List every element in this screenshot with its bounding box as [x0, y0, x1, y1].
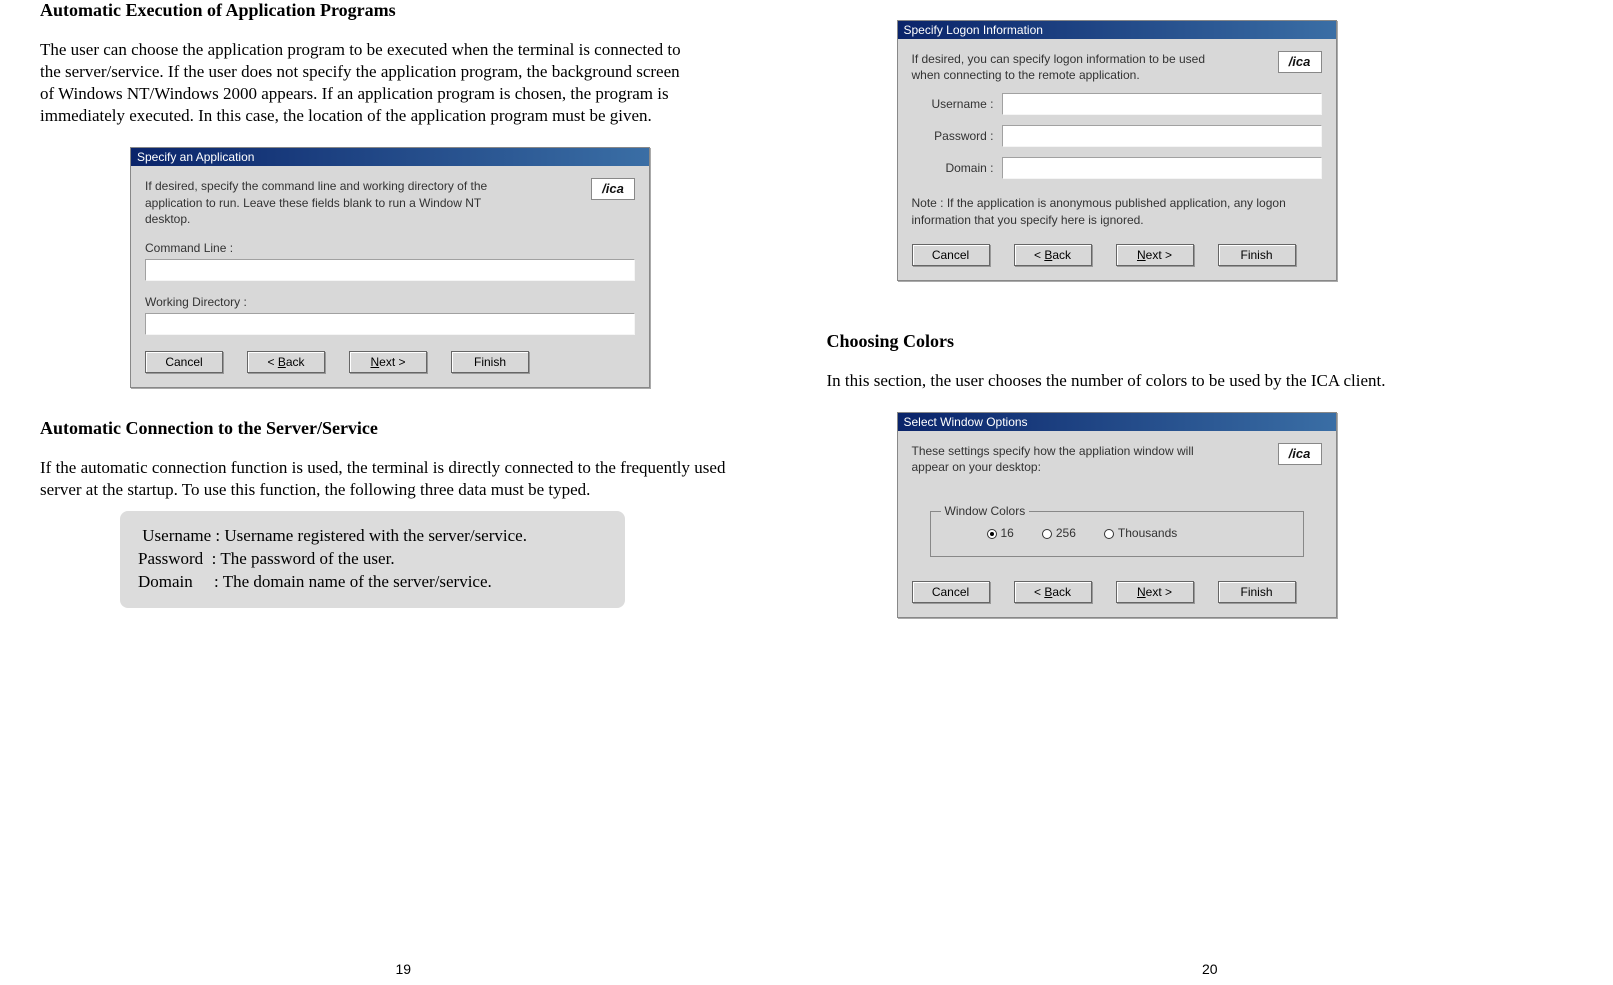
para-auto-conn: If the automatic connection function is … — [40, 457, 760, 501]
dialog-desc: If desired, specify the command line and… — [145, 178, 515, 227]
heading-auto-exec: Automatic Execution of Application Progr… — [40, 0, 767, 21]
info-domain: Domain : The domain name of the server/s… — [138, 571, 607, 594]
dialog-specify-application: Specify an Application If desired, speci… — [130, 147, 650, 388]
radio-thousands[interactable]: Thousands — [1104, 526, 1177, 540]
dialog-specify-logon: Specify Logon Information If desired, yo… — [897, 20, 1337, 281]
para-auto-exec: The user can choose the application prog… — [40, 39, 690, 127]
cancel-button[interactable]: Cancel — [912, 244, 990, 266]
note-anonymous: Note : If the application is anonymous p… — [912, 195, 1322, 227]
radio-icon — [1104, 529, 1114, 539]
info-password: Password : The password of the user. — [138, 548, 607, 571]
fieldset-window-colors: Window Colors 16 256 Thousands — [930, 511, 1304, 557]
next-button[interactable]: Next > — [1116, 244, 1194, 266]
info-box-credentials: Username : Username registered with the … — [120, 511, 625, 608]
heading-auto-conn: Automatic Connection to the Server/Servi… — [40, 418, 767, 439]
back-button[interactable]: < Back — [1014, 244, 1092, 266]
finish-button[interactable]: Finish — [1218, 581, 1296, 603]
radio-16[interactable]: 16 — [987, 526, 1014, 540]
page-number: 19 — [395, 961, 411, 977]
dialog-select-window-options: Select Window Options These settings spe… — [897, 412, 1337, 618]
title-bar: Specify an Application — [131, 148, 649, 166]
next-button[interactable]: Next > — [349, 351, 427, 373]
ica-logo-icon — [1278, 443, 1322, 465]
page-number: 20 — [1202, 961, 1218, 977]
input-domain[interactable] — [1002, 157, 1322, 179]
info-username: Username : Username registered with the … — [138, 525, 607, 548]
radio-icon — [987, 529, 997, 539]
next-button[interactable]: Next > — [1116, 581, 1194, 603]
back-button[interactable]: < Back — [1014, 581, 1092, 603]
ica-logo-icon — [1278, 51, 1322, 73]
heading-choosing-colors: Choosing Colors — [827, 331, 1574, 352]
cancel-button[interactable]: Cancel — [912, 581, 990, 603]
page-20: Specify Logon Information If desired, yo… — [807, 0, 1613, 985]
label-command-line: Command Line : — [145, 241, 635, 255]
legend-window-colors: Window Colors — [941, 504, 1030, 518]
label-domain: Domain : — [912, 161, 1002, 175]
title-bar: Specify Logon Information — [898, 21, 1336, 39]
input-working-directory[interactable] — [145, 313, 635, 335]
cancel-button[interactable]: Cancel — [145, 351, 223, 373]
page-19: Automatic Execution of Application Progr… — [0, 0, 807, 985]
finish-button[interactable]: Finish — [1218, 244, 1296, 266]
label-username: Username : — [912, 97, 1002, 111]
back-button[interactable]: < Back — [247, 351, 325, 373]
label-working-directory: Working Directory : — [145, 295, 635, 309]
finish-button[interactable]: Finish — [451, 351, 529, 373]
label-password: Password : — [912, 129, 1002, 143]
input-command-line[interactable] — [145, 259, 635, 281]
dialog-desc: If desired, you can specify logon inform… — [912, 51, 1212, 83]
input-password[interactable] — [1002, 125, 1322, 147]
dialog-desc: These settings specify how the appliatio… — [912, 443, 1222, 475]
title-bar: Select Window Options — [898, 413, 1336, 431]
input-username[interactable] — [1002, 93, 1322, 115]
radio-icon — [1042, 529, 1052, 539]
ica-logo-icon — [591, 178, 635, 200]
para-choosing-colors: In this section, the user chooses the nu… — [827, 370, 1574, 392]
radio-256[interactable]: 256 — [1042, 526, 1076, 540]
